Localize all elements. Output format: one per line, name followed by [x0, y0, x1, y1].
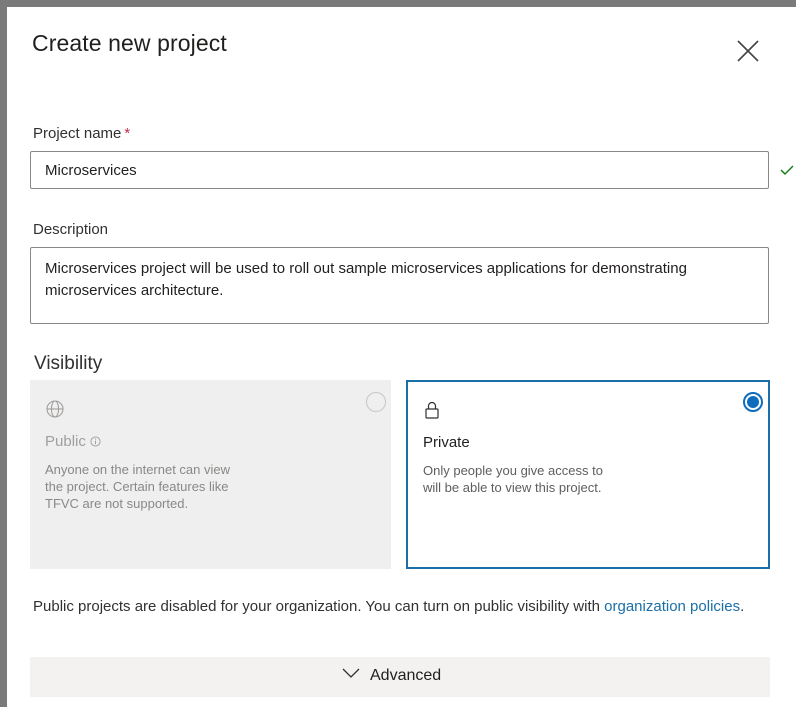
visibility-option-private[interactable]: Private Only people you give access to w…	[406, 380, 770, 569]
visibility-heading: Visibility	[34, 353, 103, 374]
globe-icon	[46, 400, 64, 418]
info-icon	[90, 436, 101, 447]
chevron-down-icon	[342, 668, 360, 678]
public-title-text: Public	[45, 433, 86, 450]
advanced-toggle[interactable]: Advanced	[30, 657, 770, 697]
description-label: Description	[33, 221, 109, 238]
organization-policies-link[interactable]: organization policies	[604, 598, 740, 615]
notice-end: .	[740, 598, 745, 615]
advanced-label: Advanced	[370, 667, 442, 684]
private-description: Only people you give access to will be a…	[423, 463, 603, 495]
window-frame-top	[0, 0, 796, 7]
description-textarea[interactable]: Microservices project will be used to ro…	[30, 247, 769, 324]
close-icon	[737, 40, 759, 62]
visibility-notice: Public projects are disabled for your or…	[33, 595, 773, 619]
radio-public	[366, 392, 386, 412]
public-description: Anyone on the internet can view the proj…	[45, 462, 231, 511]
checkmark-icon	[780, 165, 794, 175]
project-name-label-text: Project name	[33, 125, 122, 142]
dialog-title: Create new project	[32, 30, 227, 56]
notice-text: Public projects are disabled for your or…	[33, 598, 600, 615]
project-name-input[interactable]	[30, 151, 769, 189]
window-frame-left	[0, 0, 7, 707]
close-button[interactable]	[734, 37, 762, 65]
private-title: Private	[423, 434, 470, 451]
project-name-label: Project name *	[33, 125, 130, 142]
visibility-option-public: Public Anyone on the internet can view t…	[30, 380, 391, 569]
required-marker: *	[124, 125, 131, 142]
radio-selected-dot	[747, 396, 759, 408]
public-title: Public	[45, 433, 101, 450]
lock-icon	[425, 401, 439, 419]
advanced-toggle-content: Advanced	[342, 667, 441, 685]
radio-private[interactable]	[743, 392, 763, 412]
